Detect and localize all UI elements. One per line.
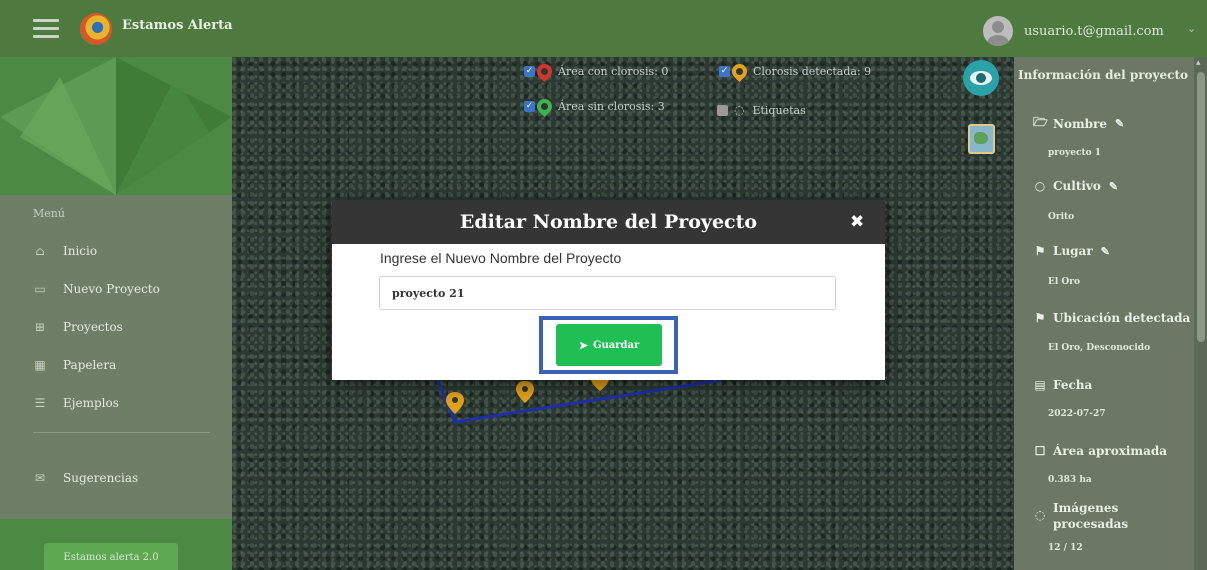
sidebar-banner xyxy=(0,57,232,195)
sidebar-item-proyectos[interactable]: ⊞ Proyectos xyxy=(33,316,213,338)
user-avatar[interactable] xyxy=(983,16,1013,46)
legend-label: Etiquetas xyxy=(752,103,806,117)
save-button[interactable]: ➤ Guardar xyxy=(556,324,662,366)
envelope-icon: ✉ xyxy=(34,471,46,485)
paper-plane-icon: ➤ xyxy=(578,338,588,352)
scrollbar-thumb[interactable] xyxy=(1197,72,1205,342)
info-field-lugar: ⚑ Lugar ✎ xyxy=(1033,244,1110,258)
info-field-ubicacion: ⚑ Ubicación detectada xyxy=(1033,311,1191,325)
pencil-icon[interactable]: ✎ xyxy=(1109,180,1118,193)
checkbox-checked-icon[interactable]: ✓ xyxy=(524,66,535,77)
field-value: El Oro, Desconocido xyxy=(1048,343,1151,353)
field-label: Cultivo xyxy=(1053,179,1101,193)
red-map-pin-icon xyxy=(533,60,556,83)
sidebar-item-inicio[interactable]: ⌂ Inicio xyxy=(33,240,213,262)
legend-label: Clorosis detectada: 9 xyxy=(753,65,872,78)
info-field-fecha: ▤ Fecha xyxy=(1033,378,1092,392)
map-layers-icon[interactable] xyxy=(968,124,995,154)
sidebar-item-label: Nuevo Proyecto xyxy=(63,282,160,296)
folder-icon: 🗁 xyxy=(1033,115,1048,129)
pencil-icon[interactable]: ✎ xyxy=(1101,245,1110,258)
legend-labels[interactable]: ◌ Etiquetas xyxy=(717,103,806,117)
field-value: 2022-07-27 xyxy=(1048,409,1106,419)
sidebar-item-nuevo-proyecto[interactable]: ▭ Nuevo Proyecto xyxy=(33,278,213,300)
field-label: Nombre xyxy=(1053,116,1108,131)
edit-project-name-dialog: Editar Nombre del Proyecto ✖ Ingrese el … xyxy=(332,200,885,380)
info-panel-title: Información del proyecto xyxy=(1018,68,1189,82)
sidebar-item-ejemplos[interactable]: ☰ Ejemplos xyxy=(33,392,213,414)
info-field-area: ☐ Área aproximada xyxy=(1033,444,1167,458)
list-icon: ☰ xyxy=(34,396,46,410)
close-icon[interactable]: ✖ xyxy=(850,212,864,232)
sidebar-item-label: Ejemplos xyxy=(63,396,119,410)
hamburger-menu-icon[interactable] xyxy=(33,19,59,39)
checkbox-checked-icon[interactable]: ✓ xyxy=(719,66,730,77)
location-pin-icon: ⚑ xyxy=(1034,311,1046,325)
spinner-icon: ◌ xyxy=(1034,508,1046,522)
sidebar: Menú ⌂ Inicio ▭ Nuevo Proyecto ⊞ Proyect… xyxy=(0,57,232,570)
field-value: Orito xyxy=(1048,212,1075,222)
new-project-icon: ▭ xyxy=(34,282,46,296)
field-label: Ubicación detectada xyxy=(1053,311,1191,325)
sidebar-item-sugerencias[interactable]: ✉ Sugerencias xyxy=(33,467,213,489)
green-map-pin-icon xyxy=(533,95,556,118)
eye-icon[interactable] xyxy=(963,60,999,96)
chevron-down-icon[interactable]: ⌄ xyxy=(1187,22,1196,35)
app-logo xyxy=(80,13,112,45)
dialog-header: Editar Nombre del Proyecto ✖ xyxy=(332,200,885,244)
project-info-panel: Información del proyecto 🗁 Nombre ✎ proy… xyxy=(1014,57,1207,570)
sidebar-item-label: Proyectos xyxy=(63,320,123,334)
grid-icon: ⊞ xyxy=(34,320,46,334)
menu-heading: Menú xyxy=(33,207,65,220)
checkbox-checked-icon[interactable]: ✓ xyxy=(524,101,535,112)
dialog-title: Editar Nombre del Proyecto xyxy=(459,211,758,233)
estamos-alerta-2-button[interactable]: Estamos alerta 2.0 xyxy=(44,543,178,570)
location-pin-icon: ⚑ xyxy=(1034,244,1046,258)
info-field-nombre: 🗁 Nombre ✎ xyxy=(1033,113,1124,134)
pencil-icon[interactable]: ✎ xyxy=(1115,117,1124,130)
project-name-label: Ingrese el Nuevo Nombre del Proyecto xyxy=(380,250,622,266)
field-value: 12 / 12 xyxy=(1048,543,1083,553)
menu-divider xyxy=(33,432,210,433)
sidebar-item-papelera[interactable]: ▦ Papelera xyxy=(33,354,213,376)
legend-no-chlorosis-area[interactable]: ✓ Área sin clorosis: 3 xyxy=(524,95,665,118)
sidebar-item-label: Papelera xyxy=(63,358,117,372)
info-field-cultivo: ○ Cultivo ✎ xyxy=(1033,179,1118,193)
field-value: proyecto 1 xyxy=(1048,148,1102,158)
field-value: El Oro xyxy=(1048,277,1080,287)
legend-chlorosis-area[interactable]: ✓ Área con clorosis: 0 xyxy=(524,60,669,83)
field-label: Imágenes procesadas xyxy=(1053,501,1129,531)
calendar-icon: ▤ xyxy=(1034,378,1046,392)
trash-grid-icon: ▦ xyxy=(34,358,46,372)
yellow-map-pin-icon xyxy=(728,60,751,83)
project-name-input[interactable] xyxy=(379,276,836,310)
app-title: Estamos Alerta xyxy=(122,18,233,33)
field-label: Área aproximada xyxy=(1053,444,1168,458)
sidebar-item-label: Sugerencias xyxy=(63,471,139,485)
chlorosis-marker[interactable] xyxy=(516,381,534,403)
home-icon: ⌂ xyxy=(35,244,45,258)
scroll-up-icon[interactable]: ▴ xyxy=(1196,58,1201,68)
field-value: 0.383 ha xyxy=(1048,475,1092,485)
legend-label: Área sin clorosis: 3 xyxy=(558,100,665,113)
legend-chlorosis-detected[interactable]: ✓ Clorosis detectada: 9 xyxy=(719,60,872,83)
save-button-label: Guardar xyxy=(592,339,640,351)
top-bar: Estamos Alerta usuario.t@gmail.com ⌄ xyxy=(0,0,1207,57)
spinner-icon: ◌ xyxy=(734,103,745,117)
square-icon: ☐ xyxy=(1034,444,1046,458)
circle-icon: ○ xyxy=(1034,179,1046,193)
checkbox-unchecked-icon[interactable] xyxy=(717,104,728,116)
sidebar-item-label: Inicio xyxy=(63,244,98,258)
field-label: Fecha xyxy=(1053,378,1093,392)
user-email[interactable]: usuario.t@gmail.com xyxy=(1024,24,1164,39)
legend-label: Área con clorosis: 0 xyxy=(558,65,669,78)
field-label: Lugar xyxy=(1053,244,1093,258)
info-field-imagenes: ◌ Imágenes procesadas xyxy=(1033,500,1183,532)
